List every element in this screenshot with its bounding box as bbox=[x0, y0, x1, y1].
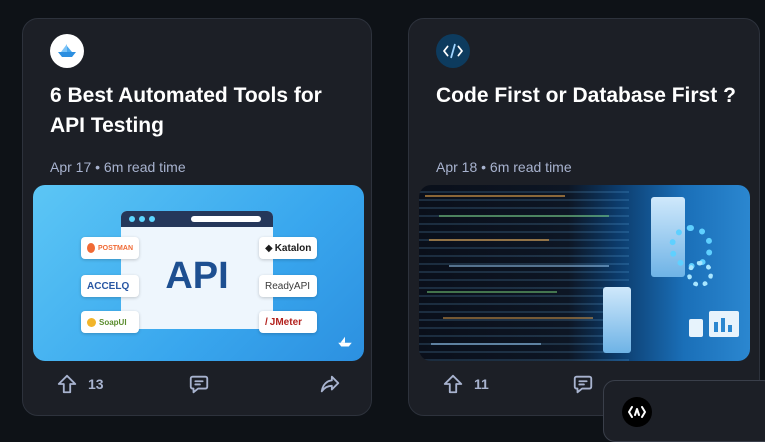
comment-icon bbox=[572, 373, 594, 395]
katalon-logo: ◆ Katalon bbox=[259, 237, 317, 259]
post-thumbnail[interactable]: API POSTMAN ACCELQ SoapUI ◆ Katalon Read… bbox=[33, 185, 364, 361]
upvote-count: 11 bbox=[474, 376, 489, 392]
arrow-up-icon bbox=[442, 373, 464, 395]
comment-button[interactable] bbox=[188, 373, 210, 395]
soapui-logo: SoapUI bbox=[81, 311, 139, 333]
share-button[interactable] bbox=[319, 373, 341, 395]
share-arrow-icon bbox=[319, 373, 341, 395]
post-title[interactable]: Code First or Database First ? bbox=[436, 81, 736, 111]
paper-boat-icon bbox=[336, 335, 354, 353]
post-meta: Apr 18 • 6m read time bbox=[436, 159, 572, 175]
readyapi-logo: ReadyAPI bbox=[259, 275, 317, 297]
post-thumbnail[interactable] bbox=[419, 185, 750, 361]
post-card[interactable]: Code First or Database First ? Apr 18 • … bbox=[408, 18, 760, 416]
upvote-button[interactable]: 13 bbox=[56, 373, 104, 395]
post-card[interactable]: 6 Best Automated Tools for API Testing A… bbox=[22, 18, 372, 416]
code-lines-graphic bbox=[419, 185, 629, 361]
gear-icon bbox=[687, 261, 713, 287]
comment-icon bbox=[188, 373, 210, 395]
post-title[interactable]: 6 Best Automated Tools for API Testing bbox=[50, 81, 350, 141]
accelq-logo: ACCELQ bbox=[81, 275, 139, 297]
upvote-count: 13 bbox=[88, 376, 104, 392]
popover-card[interactable] bbox=[603, 380, 765, 442]
api-label: API bbox=[165, 255, 229, 297]
jmeter-logo: / JMeter bbox=[259, 311, 317, 333]
arrow-up-icon bbox=[56, 373, 78, 395]
post-meta: Apr 17 • 6m read time bbox=[50, 159, 186, 175]
code-pen-icon[interactable] bbox=[436, 34, 470, 68]
browser-window-graphic: API bbox=[121, 211, 273, 329]
upvote-button[interactable]: 11 bbox=[442, 373, 489, 395]
source-avatar-icon bbox=[622, 397, 652, 427]
device-graphic bbox=[689, 319, 703, 337]
postman-logo: POSTMAN bbox=[81, 237, 139, 259]
post-actions: 13 bbox=[23, 371, 371, 403]
monitor-graphic bbox=[709, 311, 739, 337]
comment-button[interactable] bbox=[572, 373, 594, 395]
paper-boat-icon[interactable] bbox=[50, 34, 84, 68]
server-graphic bbox=[603, 287, 631, 353]
